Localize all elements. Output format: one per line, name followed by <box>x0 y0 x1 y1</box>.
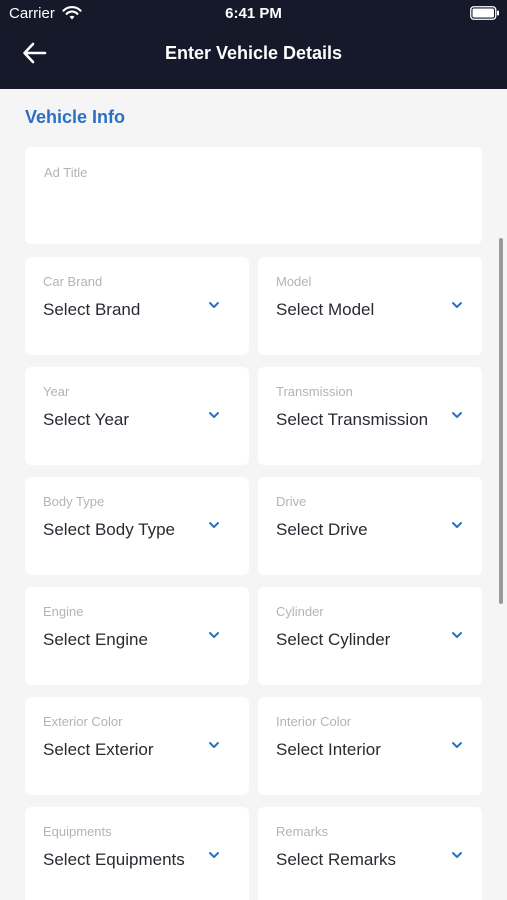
chevron-down-icon <box>209 852 219 858</box>
drive-label: Drive <box>276 494 307 509</box>
interior-color-value: Select Interior <box>276 740 381 759</box>
car-brand-dropdown[interactable]: Car Brand Select Brand <box>25 257 249 355</box>
chevron-down-icon <box>209 412 219 418</box>
status-bar: Carrier 6:41 PM <box>0 0 507 28</box>
model-dropdown[interactable]: Model Select Model <box>258 257 482 355</box>
body-type-label: Body Type <box>43 494 105 509</box>
car-brand-value: Select Brand <box>43 300 141 319</box>
cylinder-label: Cylinder <box>276 604 324 619</box>
page-title: Enter Vehicle Details <box>164 43 343 63</box>
scrollbar[interactable] <box>499 238 503 604</box>
model-value: Select Model <box>276 300 375 319</box>
ad-title-label: Ad Title <box>44 165 88 180</box>
drive-dropdown[interactable]: Drive Select Drive <box>258 477 482 575</box>
engine-dropdown[interactable]: Engine Select Engine <box>25 587 249 685</box>
equipments-dropdown[interactable]: Equipments Select Equipments <box>25 807 249 900</box>
equipments-value: Select Equipments <box>43 850 185 869</box>
status-time: 6:41 PM <box>225 5 282 22</box>
chevron-down-icon <box>452 852 462 858</box>
chevron-down-icon <box>209 742 219 748</box>
exterior-color-dropdown[interactable]: Exterior Color Select Exterior <box>25 697 249 795</box>
car-brand-label: Car Brand <box>43 274 103 289</box>
chevron-down-icon <box>452 522 462 528</box>
year-value: Select Year <box>43 410 130 429</box>
chevron-down-icon <box>209 632 219 638</box>
chevron-down-icon <box>452 742 462 748</box>
ad-title-field[interactable]: Ad Title <box>25 147 482 244</box>
cylinder-dropdown[interactable]: Cylinder Select Cylinder <box>258 587 482 685</box>
year-dropdown[interactable]: Year Select Year <box>25 367 249 465</box>
interior-color-dropdown[interactable]: Interior Color Select Interior <box>258 697 482 795</box>
chevron-down-icon <box>452 412 462 418</box>
transmission-dropdown[interactable]: Transmission Select Transmission <box>258 367 482 465</box>
engine-label: Engine <box>43 604 84 619</box>
exterior-color-label: Exterior Color <box>43 714 123 729</box>
chevron-down-icon <box>209 302 219 308</box>
body-type-dropdown[interactable]: Body Type Select Body Type <box>25 477 249 575</box>
remarks-dropdown[interactable]: Remarks Select Remarks <box>258 807 482 900</box>
chevron-down-icon <box>209 522 219 528</box>
interior-color-label: Interior Color <box>276 714 352 729</box>
model-label: Model <box>276 274 312 289</box>
drive-value: Select Drive <box>276 520 368 539</box>
transmission-value: Select Transmission <box>276 410 429 429</box>
app-header: Carrier 6:41 PM Enter Vehicle Details <box>0 0 507 89</box>
cylinder-value: Select Cylinder <box>276 630 391 649</box>
battery-icon <box>470 6 499 20</box>
remarks-value: Select Remarks <box>276 850 396 869</box>
equipments-label: Equipments <box>43 824 112 839</box>
year-label: Year <box>43 384 70 399</box>
section-title: Vehicle Info <box>25 107 126 127</box>
transmission-label: Transmission <box>276 384 353 399</box>
remarks-label: Remarks <box>276 824 329 839</box>
exterior-color-value: Select Exterior <box>43 740 154 759</box>
body-type-value: Select Body Type <box>43 520 175 539</box>
chevron-down-icon <box>452 632 462 638</box>
engine-value: Select Engine <box>43 630 148 649</box>
chevron-down-icon <box>452 302 462 308</box>
